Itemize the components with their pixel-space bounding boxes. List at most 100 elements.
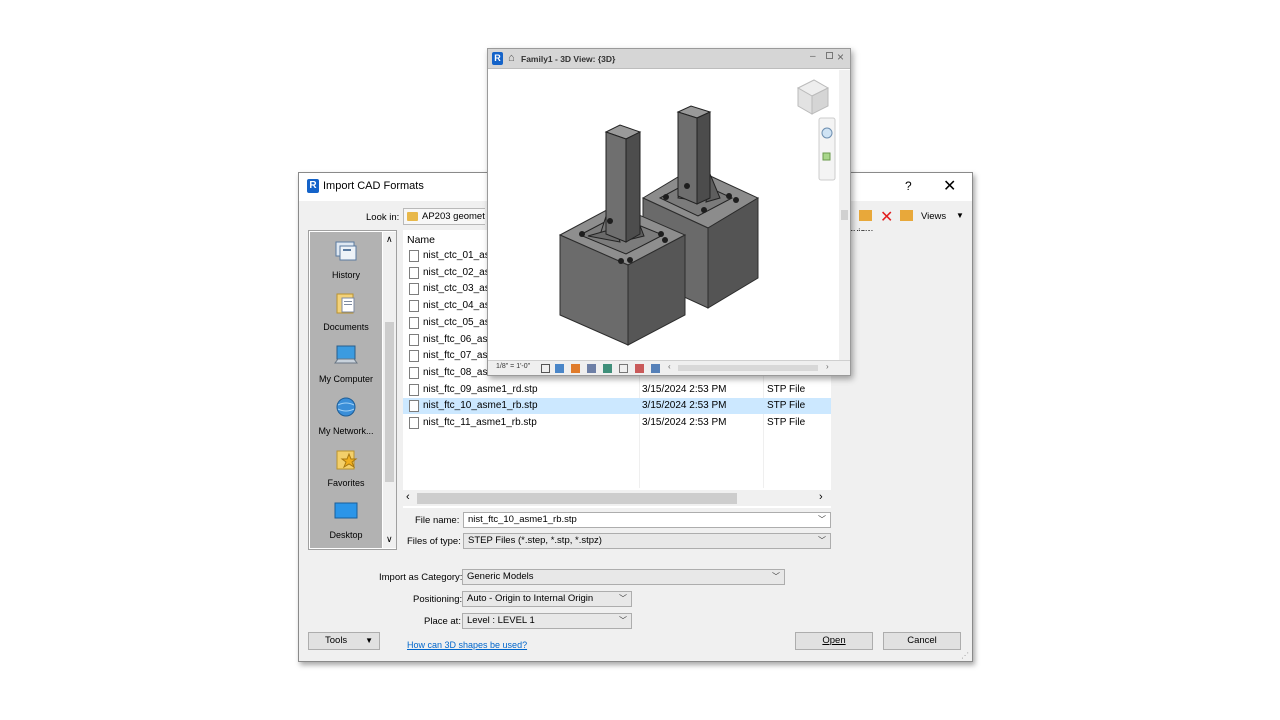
place-desktop[interactable]: Desktop bbox=[310, 496, 382, 548]
chevron-right-icon[interactable]: › bbox=[819, 491, 823, 503]
home-icon[interactable]: ⌂ bbox=[508, 52, 515, 64]
viewcube-icon[interactable] bbox=[796, 79, 830, 115]
chevron-down-icon[interactable]: ▼ bbox=[956, 211, 964, 220]
navigation-bar[interactable] bbox=[818, 117, 836, 181]
file-type: STP File bbox=[767, 417, 806, 428]
file-name-input[interactable]: nist_ftc_10_asme1_rb.stp ﹀ bbox=[463, 512, 831, 528]
file-row[interactable]: nist_ftc_09_asme1_rd.stp 3/15/2024 2:53 P… bbox=[403, 382, 831, 398]
render-icon[interactable] bbox=[603, 364, 612, 373]
chevron-up-icon[interactable]: ∧ bbox=[386, 234, 393, 245]
chevron-down-icon[interactable]: ﹀ bbox=[619, 592, 627, 606]
file-name: nist_ctc_01_as bbox=[423, 250, 490, 261]
file-row[interactable]: nist_ftc_11_asme1_rb.stp 3/15/2024 2:53 P… bbox=[403, 415, 831, 431]
chevron-down-icon[interactable]: ﹀ bbox=[619, 614, 627, 628]
close-icon[interactable]: × bbox=[837, 50, 844, 64]
shadows-icon[interactable] bbox=[587, 364, 596, 373]
file-icon bbox=[409, 383, 419, 396]
place-documents[interactable]: Documents bbox=[310, 288, 382, 340]
scrollbar-thumb[interactable] bbox=[417, 493, 737, 504]
file-name: nist_ctc_05_as bbox=[423, 316, 490, 328]
file-name: nist_ftc_10_asme1_rb.stp bbox=[423, 400, 538, 412]
file-name: nist_ftc_06_asn bbox=[423, 333, 494, 345]
scrollbar-thumb[interactable] bbox=[841, 210, 848, 220]
look-in-dropdown[interactable]: AP203 geometry bbox=[403, 208, 485, 225]
view-scale[interactable]: 1/8" = 1'-0" bbox=[496, 363, 530, 370]
files-of-type-value: STEP Files (*.step, *.stp, *.stpz) bbox=[468, 535, 602, 546]
column-header-name[interactable]: Name bbox=[407, 234, 435, 246]
scrollbar-thumb[interactable] bbox=[385, 322, 394, 482]
3d-viewport[interactable] bbox=[488, 70, 838, 360]
file-name: nist_ftc_08_asn bbox=[423, 366, 494, 378]
open-button[interactable]: Open bbox=[795, 632, 873, 650]
look-in-value: AP203 geometry bbox=[422, 211, 485, 222]
minimize-icon[interactable]: – bbox=[810, 51, 816, 62]
views-button[interactable]: Views bbox=[921, 211, 946, 222]
preview-pane bbox=[835, 231, 963, 357]
tools-button[interactable]: Tools ▼ bbox=[308, 632, 380, 650]
show-crop-icon[interactable] bbox=[651, 364, 660, 373]
file-name-label: File name: bbox=[415, 515, 460, 526]
detail-level-icon[interactable] bbox=[541, 364, 550, 373]
network-icon bbox=[336, 397, 356, 417]
file-name: nist_ftc_07_asn bbox=[423, 350, 494, 362]
sun-path-icon[interactable] bbox=[571, 364, 580, 373]
chevron-left-icon[interactable]: ‹ bbox=[406, 491, 410, 503]
view-vertical-scrollbar[interactable] bbox=[839, 70, 850, 360]
horizontal-scrollbar[interactable]: ‹ › bbox=[403, 490, 831, 506]
scrollbar-thumb[interactable] bbox=[678, 365, 818, 371]
chevron-down-icon[interactable]: ﹀ bbox=[772, 570, 780, 584]
places-list: History Documents My Computer My Network… bbox=[310, 232, 382, 548]
place-at-dropdown[interactable]: Level : LEVEL 1 ﹀ bbox=[462, 613, 632, 629]
maximize-icon[interactable] bbox=[826, 52, 833, 59]
positioning-value: Auto - Origin to Internal Origin bbox=[467, 593, 594, 604]
view-3d-window: R ⌂ Family1 - 3D View: {3D} – × 1/8" = 1… bbox=[487, 48, 851, 376]
close-button[interactable]: ✕ bbox=[943, 176, 956, 196]
file-name: nist_ftc_09_asme1_rd.stp bbox=[423, 383, 538, 395]
computer-icon bbox=[334, 345, 358, 364]
import-category-dropdown[interactable]: Generic Models ﹀ bbox=[462, 569, 785, 585]
favorites-icon bbox=[336, 450, 358, 470]
new-folder-icon[interactable] bbox=[900, 210, 913, 221]
delete-icon[interactable]: ✕ bbox=[880, 207, 893, 227]
tools-label: Tools bbox=[325, 635, 348, 646]
revit-app-icon: R bbox=[492, 52, 503, 65]
footing-front bbox=[558, 124, 687, 346]
crop-view-icon[interactable] bbox=[635, 364, 644, 373]
places-bar: History Documents My Computer My Network… bbox=[308, 230, 397, 550]
file-icon bbox=[409, 266, 419, 279]
places-scrollbar[interactable]: ∧ ∨ bbox=[383, 232, 396, 548]
chevron-down-icon[interactable]: ﹀ bbox=[818, 513, 826, 527]
files-of-type-dropdown[interactable]: STEP Files (*.step, *.stp, *.stpz) ﹀ bbox=[463, 533, 831, 549]
file-row[interactable]: nist_ftc_10_asme1_rb.stp 3/15/2024 2:53 P… bbox=[403, 398, 831, 415]
place-my-network[interactable]: My Network... bbox=[310, 392, 382, 444]
visual-style-icon[interactable] bbox=[555, 364, 564, 373]
resize-grip-icon[interactable]: ⋰ bbox=[961, 651, 969, 660]
file-name-value: nist_ftc_10_asme1_rb.stp bbox=[468, 514, 577, 525]
history-icon bbox=[335, 241, 357, 261]
file-date: 3/15/2024 2:53 PM bbox=[642, 417, 727, 428]
positioning-dropdown[interactable]: Auto - Origin to Internal Origin ﹀ bbox=[462, 591, 632, 607]
place-favorites[interactable]: Favorites bbox=[310, 444, 382, 496]
place-at-label: Place at: bbox=[424, 616, 461, 627]
file-icon bbox=[409, 300, 419, 313]
file-date: 3/15/2024 2:53 PM bbox=[642, 400, 727, 412]
place-history[interactable]: History bbox=[310, 236, 382, 288]
help-link-3d-shapes[interactable]: How can 3D shapes be used? bbox=[407, 640, 527, 650]
file-icon bbox=[409, 417, 419, 429]
place-my-computer[interactable]: My Computer bbox=[310, 340, 382, 392]
lock-view-icon[interactable] bbox=[619, 364, 628, 373]
revit-app-icon: R bbox=[307, 179, 319, 193]
cancel-button[interactable]: Cancel bbox=[883, 632, 961, 650]
place-label: Desktop bbox=[329, 530, 363, 540]
help-button[interactable]: ? bbox=[905, 179, 912, 193]
file-icon bbox=[409, 316, 419, 329]
chevron-down-icon[interactable]: ∨ bbox=[386, 534, 393, 545]
file-icon bbox=[409, 250, 419, 262]
chevron-down-icon[interactable]: ﹀ bbox=[818, 534, 826, 548]
desktop-icon bbox=[334, 502, 358, 519]
chevron-right-icon[interactable]: › bbox=[826, 362, 829, 371]
place-label: History bbox=[331, 270, 360, 280]
file-name: nist_ctc_04_as bbox=[423, 300, 490, 312]
chevron-left-icon[interactable]: ‹ bbox=[668, 362, 671, 371]
folder-up-icon[interactable] bbox=[859, 210, 872, 221]
